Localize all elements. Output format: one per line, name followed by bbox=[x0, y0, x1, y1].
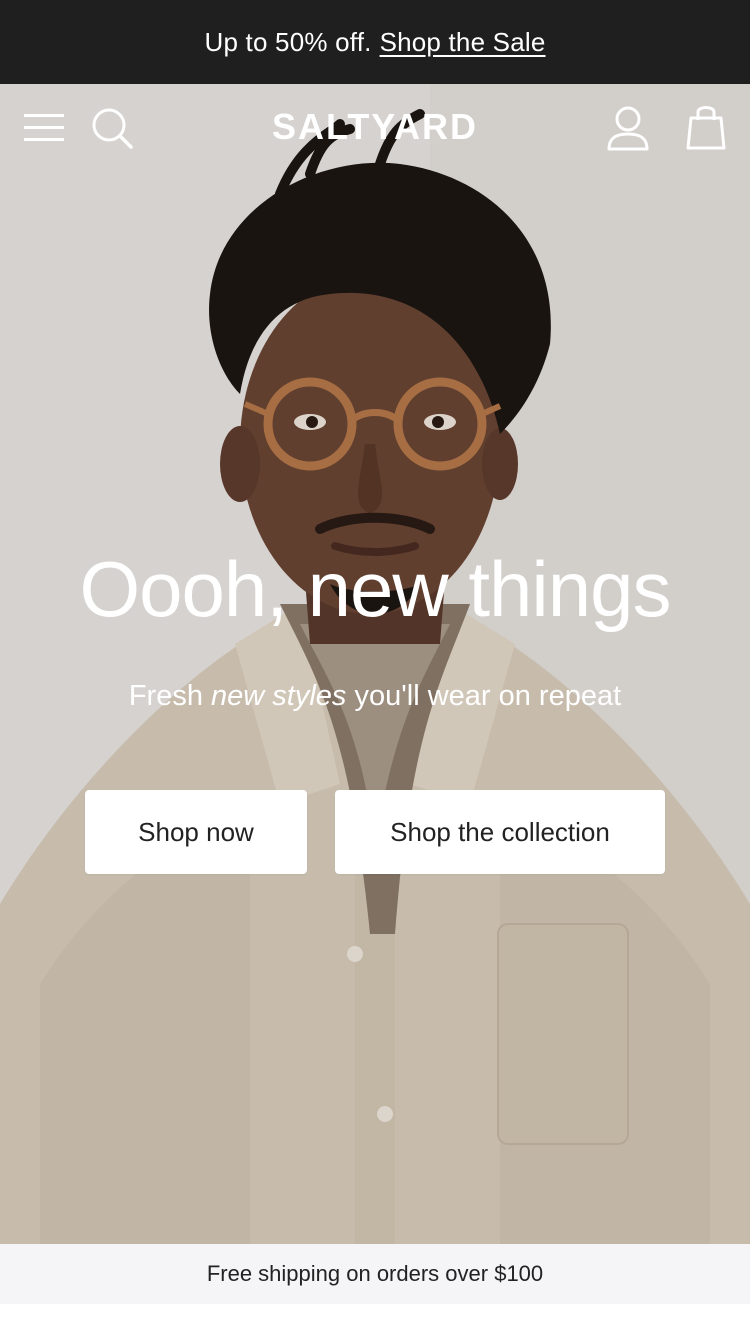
shop-collection-button[interactable]: Shop the collection bbox=[335, 790, 665, 874]
shipping-bar: Free shipping on orders over $100 bbox=[0, 1244, 750, 1304]
hero-image bbox=[0, 84, 750, 1244]
shop-sale-link[interactable]: Shop the Sale bbox=[380, 27, 546, 58]
announcement-bar: Up to 50% off. Shop the Sale bbox=[0, 0, 750, 84]
subline-part2: you'll wear on repeat bbox=[346, 680, 622, 712]
site-header: SALTYARD bbox=[0, 84, 750, 172]
subline-part1: Fresh bbox=[128, 680, 212, 712]
page: Up to 50% off. Shop the Sale SALTYARD Oo… bbox=[0, 0, 750, 1334]
hero-subheadline: Fresh new styles you'll wear on repeat bbox=[0, 680, 750, 713]
bottom-strip bbox=[0, 1304, 750, 1334]
cart-icon[interactable] bbox=[686, 102, 726, 155]
hero-headline: Oooh, new things bbox=[79, 545, 671, 633]
subline-emphasis: new styles bbox=[211, 680, 347, 712]
shop-now-button[interactable]: Shop now bbox=[85, 790, 307, 874]
announcement-text: Up to 50% off. bbox=[204, 26, 372, 57]
account-icon[interactable] bbox=[606, 106, 650, 157]
hero-banner bbox=[0, 84, 750, 1244]
shipping-text: Free shipping on orders over $100 bbox=[206, 1261, 544, 1286]
